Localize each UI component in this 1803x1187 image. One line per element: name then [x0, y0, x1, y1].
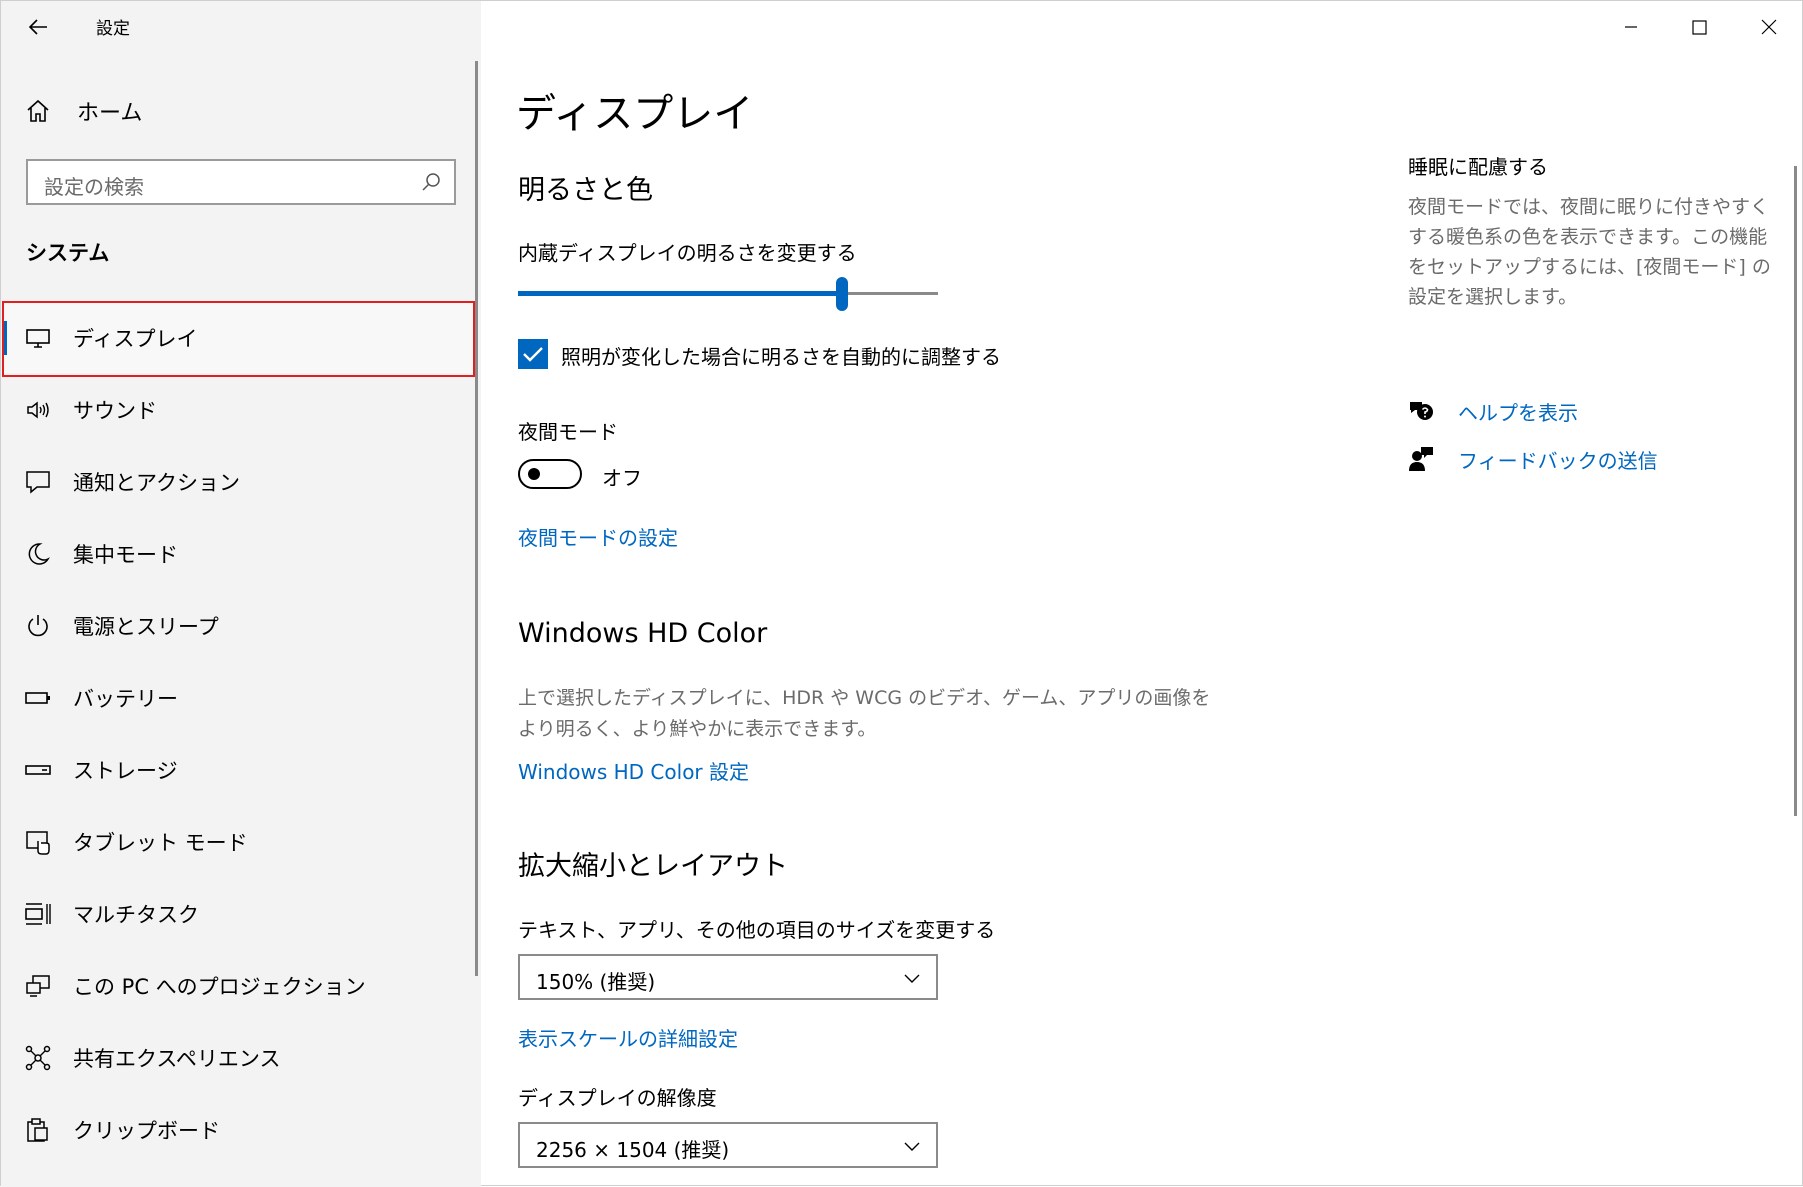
sidebar-item-label: マルチタスク: [73, 903, 199, 927]
brightness-slider-label: 内蔵ディスプレイの明るさを変更する: [518, 241, 857, 265]
section-title: システム: [26, 241, 110, 265]
sidebar-item-projection[interactable]: この PC へのプロジェクション: [1, 951, 475, 1021]
sidebar-item-label: 電源とスリープ: [73, 615, 219, 639]
clipboard-icon: [27, 1118, 48, 1142]
resolution-dropdown[interactable]: 2256 × 1504 (推奨): [518, 1122, 938, 1168]
night-mode-state: オフ: [602, 466, 642, 490]
sidebar-item-multitasking[interactable]: マルチタスク: [1, 879, 475, 949]
sidebar-item-shared-experiences[interactable]: 共有エクスペリエンス: [1, 1023, 475, 1093]
side-panel-description: 夜間モードでは、夜間に眠りに付きやすくする暖色系の色を表示できます。この機能をセ…: [1408, 196, 1771, 308]
feedback-link-label: フィードバックの送信: [1458, 448, 1658, 473]
selected-indicator: [2, 321, 7, 355]
checkmark-icon: [523, 347, 543, 362]
sidebar-item-label: 集中モード: [73, 543, 178, 567]
multitask-icon: [25, 903, 51, 925]
sidebar-item-label: ディスプレイ: [73, 327, 198, 351]
night-mode-settings-link[interactable]: 夜間モードの設定: [518, 522, 678, 551]
sidebar-item-tablet-mode[interactable]: タブレット モード: [1, 807, 475, 877]
sidebar-item-sound[interactable]: サウンド: [1, 375, 475, 445]
sidebar: 設定 ホーム 設定の検索 システム ディスプレイ サウンド 通知とアクション 集…: [1, 1, 481, 1187]
moon-icon: [28, 543, 50, 565]
back-arrow-icon: [28, 19, 47, 35]
auto-brightness-label: 照明が変化した場合に明るさを自動的に調整する: [561, 345, 1001, 369]
sidebar-item-label: この PC へのプロジェクション: [73, 975, 366, 999]
share-icon: [25, 1045, 51, 1071]
slider-thumb[interactable]: [836, 277, 848, 311]
sidebar-item-label: クリップボード: [73, 1119, 220, 1143]
home-nav-item[interactable]: ホーム: [25, 91, 142, 131]
home-icon: [27, 99, 49, 122]
feedback-icon: [1409, 447, 1433, 471]
sidebar-scrollbar[interactable]: [475, 61, 478, 976]
app-title: 設定: [96, 19, 130, 39]
search-placeholder: 設定の検索: [44, 175, 144, 199]
related-info-panel: 睡眠に配慮する 夜間モードでは、夜間に眠りに付きやすくする暖色系の色を表示できま…: [1408, 151, 1778, 312]
feedback-link[interactable]: フィードバックの送信: [1408, 444, 1658, 474]
hd-color-heading: Windows HD Color: [518, 618, 768, 649]
monitor-icon: [26, 329, 50, 348]
sidebar-item-power-sleep[interactable]: 電源とスリープ: [1, 591, 475, 661]
night-mode-label: 夜間モード: [518, 420, 618, 444]
hd-color-description-1: 上で選択したディスプレイに、HDR や WCG のビデオ、ゲーム、アプリの画像を: [518, 687, 1211, 709]
storage-icon: [25, 765, 51, 775]
sidebar-item-label: タブレット モード: [73, 831, 248, 855]
sidebar-item-label: 通知とアクション: [73, 471, 240, 495]
page-title: ディスプレイ: [516, 91, 754, 137]
tablet-icon: [26, 831, 50, 855]
main-scrollbar[interactable]: [1794, 166, 1797, 816]
sidebar-item-label: ストレージ: [73, 759, 178, 783]
chevron-down-icon: [904, 974, 920, 983]
resolution-label: ディスプレイの解像度: [518, 1086, 717, 1110]
hd-color-settings-link[interactable]: Windows HD Color 設定: [518, 756, 749, 785]
brightness-slider[interactable]: [518, 277, 938, 311]
search-icon: [422, 173, 440, 191]
chevron-down-icon: [904, 1142, 920, 1151]
settings-window: 設定 ホーム 設定の検索 システム ディスプレイ サウンド 通知とアクション 集…: [0, 0, 1803, 1187]
settings-search-input[interactable]: 設定の検索: [26, 159, 456, 205]
projection-icon: [26, 975, 50, 997]
hd-color-description-2: より明るく、より鮮やかに表示できます。: [518, 718, 877, 740]
side-panel-heading: 睡眠に配慮する: [1408, 155, 1548, 179]
sidebar-item-label: サウンド: [73, 399, 157, 423]
auto-brightness-checkbox[interactable]: [518, 339, 548, 369]
back-button[interactable]: [25, 13, 55, 41]
sidebar-item-label: 共有エクスペリエンス: [73, 1047, 281, 1071]
scale-value: 150% (推奨): [536, 970, 656, 994]
help-link[interactable]: ヘルプを表示: [1408, 396, 1578, 426]
sidebar-item-display[interactable]: ディスプレイ: [1, 301, 475, 377]
sidebar-item-clipboard[interactable]: クリップボード: [1, 1095, 475, 1165]
toggle-knob: [528, 468, 540, 480]
scale-layout-heading: 拡大縮小とレイアウト: [518, 851, 788, 882]
slider-fill: [518, 291, 842, 296]
night-mode-toggle[interactable]: [518, 459, 582, 489]
sidebar-item-label: バッテリー: [73, 687, 178, 711]
brightness-heading: 明るさと色: [518, 175, 653, 206]
home-label: ホーム: [77, 101, 143, 126]
scale-dropdown[interactable]: 150% (推奨): [518, 954, 938, 1000]
advanced-scaling-link[interactable]: 表示スケールの詳細設定: [518, 1023, 738, 1052]
speaker-icon: [27, 401, 49, 419]
scale-label: テキスト、アプリ、その他の項目のサイズを変更する: [518, 918, 996, 942]
resolution-value: 2256 × 1504 (推奨): [536, 1138, 730, 1162]
help-link-label: ヘルプを表示: [1458, 400, 1578, 425]
sidebar-item-storage[interactable]: ストレージ: [1, 735, 475, 805]
notification-icon: [26, 471, 50, 494]
power-icon: [28, 615, 48, 637]
help-chat-icon: [1410, 402, 1433, 420]
sidebar-item-battery[interactable]: バッテリー: [1, 663, 475, 733]
sidebar-item-focus-assist[interactable]: 集中モード: [1, 519, 475, 589]
sidebar-item-notifications[interactable]: 通知とアクション: [1, 447, 475, 517]
battery-icon: [25, 692, 50, 704]
